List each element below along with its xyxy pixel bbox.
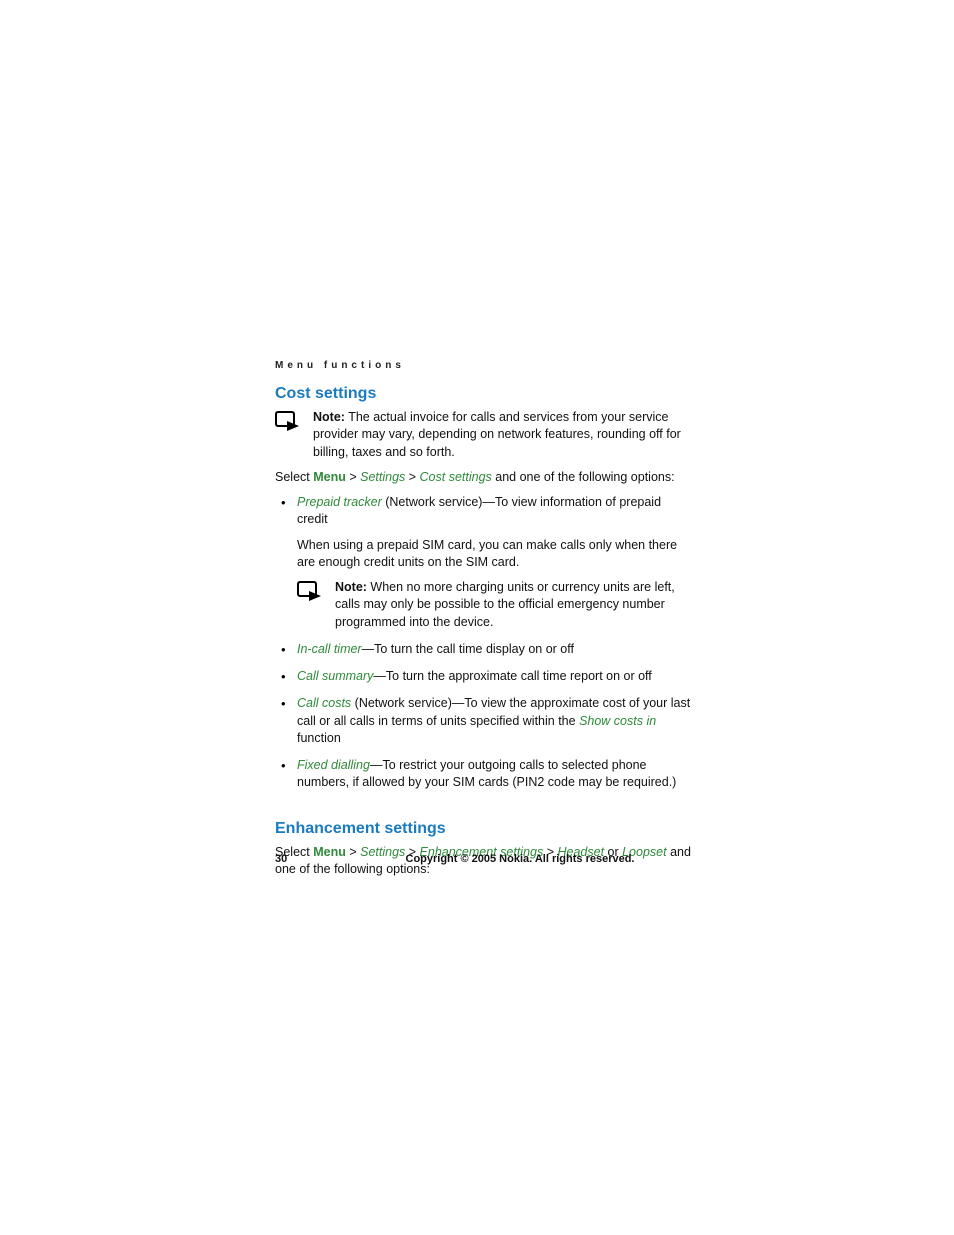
option-desc: —To turn the approximate call time repor… <box>373 669 651 683</box>
text: and one of the following options: <box>492 470 675 484</box>
list-item: Call summary—To turn the approximate cal… <box>275 668 695 685</box>
list-item: In-call timer—To turn the call time disp… <box>275 641 695 658</box>
nav-cost-settings: Cost settings <box>420 470 492 484</box>
option-subtext: When using a prepaid SIM card, you can m… <box>297 537 695 572</box>
option-desc: function <box>297 731 341 745</box>
note-block: Note: When no more charging units or cur… <box>297 579 695 631</box>
text: Select <box>275 470 313 484</box>
note-icon <box>297 579 325 603</box>
note-body: When no more charging units or currency … <box>335 580 675 629</box>
note-label: Note: <box>313 410 345 424</box>
option-desc: —To turn the call time display on or off <box>362 642 574 656</box>
note-text: Note: The actual invoice for calls and s… <box>313 409 695 461</box>
page-footer: 30Copyright © 2005 Nokia. All rights res… <box>275 853 695 865</box>
option-fixed-dialling: Fixed dialling <box>297 758 370 772</box>
nav-settings: Settings <box>360 470 405 484</box>
page-number: 30 <box>275 853 355 865</box>
list-item: Call costs (Network service)—To view the… <box>275 695 695 747</box>
list-item: Prepaid tracker (Network service)—To vie… <box>275 494 695 631</box>
note-label: Note: <box>335 580 367 594</box>
navigation-instruction: Select Menu > Settings > Cost settings a… <box>275 469 695 486</box>
note-body: The actual invoice for calls and service… <box>313 410 681 459</box>
nav-menu: Menu <box>313 470 346 484</box>
sep: > <box>405 470 419 484</box>
section-title-cost-settings: Cost settings <box>275 385 695 403</box>
options-list: Prepaid tracker (Network service)—To vie… <box>275 494 695 792</box>
note-block: Note: The actual invoice for calls and s… <box>275 409 695 461</box>
document-page: Menu functions Cost settings Note: The a… <box>0 0 954 1235</box>
sep: > <box>346 470 360 484</box>
option-call-summary: Call summary <box>297 669 373 683</box>
running-header: Menu functions <box>275 360 695 371</box>
note-text: Note: When no more charging units or cur… <box>335 579 695 631</box>
copyright-text: Copyright © 2005 Nokia. All rights reser… <box>355 853 685 865</box>
section-title-enhancement-settings: Enhancement settings <box>275 820 695 838</box>
option-call-costs: Call costs <box>297 696 351 710</box>
option-prepaid-tracker: Prepaid tracker <box>297 495 382 509</box>
link-show-costs-in: Show costs in <box>579 714 656 728</box>
page-content: Menu functions Cost settings Note: The a… <box>275 360 695 886</box>
option-in-call-timer: In-call timer <box>297 642 362 656</box>
list-item: Fixed dialling—To restrict your outgoing… <box>275 757 695 792</box>
note-icon <box>275 409 303 433</box>
